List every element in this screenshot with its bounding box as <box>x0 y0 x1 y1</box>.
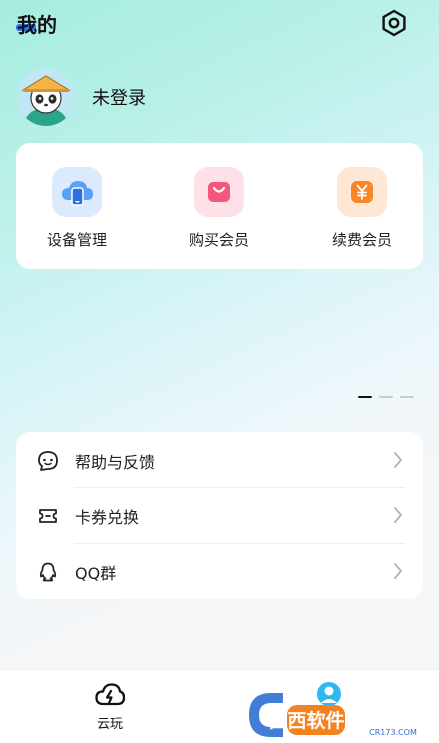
coupon-icon <box>39 508 57 523</box>
pager-dot-active[interactable] <box>358 396 372 398</box>
renew-membership-button[interactable]: 续费会员 <box>312 167 412 250</box>
menu-card: 帮助与反馈 卡券兑换 QQ群 <box>16 432 423 599</box>
cloud-lightning-icon <box>95 683 126 706</box>
watermark-brand-text: 西西软件园 <box>268 709 363 732</box>
menu-item-help-feedback[interactable]: 帮助与反馈 <box>16 433 423 488</box>
pager-dot[interactable] <box>379 396 393 398</box>
device-management-button[interactable]: 设备管理 <box>27 167 127 250</box>
qq-icon <box>39 562 57 581</box>
quick-action-label: 续费会员 <box>331 231 392 249</box>
chevron-right-icon <box>394 507 402 523</box>
quick-action-label: 设备管理 <box>46 231 107 249</box>
avatar[interactable] <box>17 68 75 126</box>
chevron-right-icon <box>394 452 402 468</box>
tab-label: 云玩 <box>96 717 123 732</box>
menu-item-label: QQ群 <box>75 563 117 583</box>
menu-item-label: 卡券兑换 <box>75 507 140 527</box>
chevron-right-icon <box>394 563 402 579</box>
menu-item-label: 帮助与反馈 <box>75 452 156 472</box>
quick-action-label: 购买会员 <box>188 231 249 249</box>
menu-item-qq-group[interactable]: QQ群 <box>16 544 423 599</box>
gear-icon <box>382 9 406 37</box>
site-watermark: 西西软件园 CR173.COM <box>243 685 439 741</box>
tab-cloud-play[interactable]: 云玩 <box>60 681 160 732</box>
menu-item-coupon-exchange[interactable]: 卡券兑换 <box>16 488 423 543</box>
buy-membership-button[interactable]: 购买会员 <box>169 167 269 250</box>
yen-icon <box>351 181 373 203</box>
cloud-phone-icon <box>62 181 93 206</box>
login-prompt[interactable]: 未登录 <box>92 84 146 110</box>
help-feedback-icon <box>38 450 58 471</box>
pager-dot[interactable] <box>400 396 414 398</box>
shopping-bag-icon <box>208 182 230 202</box>
watermark-url-text: CR173.COM <box>369 728 417 737</box>
quick-actions-card: 设备管理 购买会员 续费会员 <box>16 143 423 269</box>
page-title: 我的 <box>17 13 57 37</box>
carousel-pager <box>358 396 414 398</box>
panda-avatar-icon <box>17 68 75 126</box>
settings-button[interactable] <box>379 8 409 38</box>
